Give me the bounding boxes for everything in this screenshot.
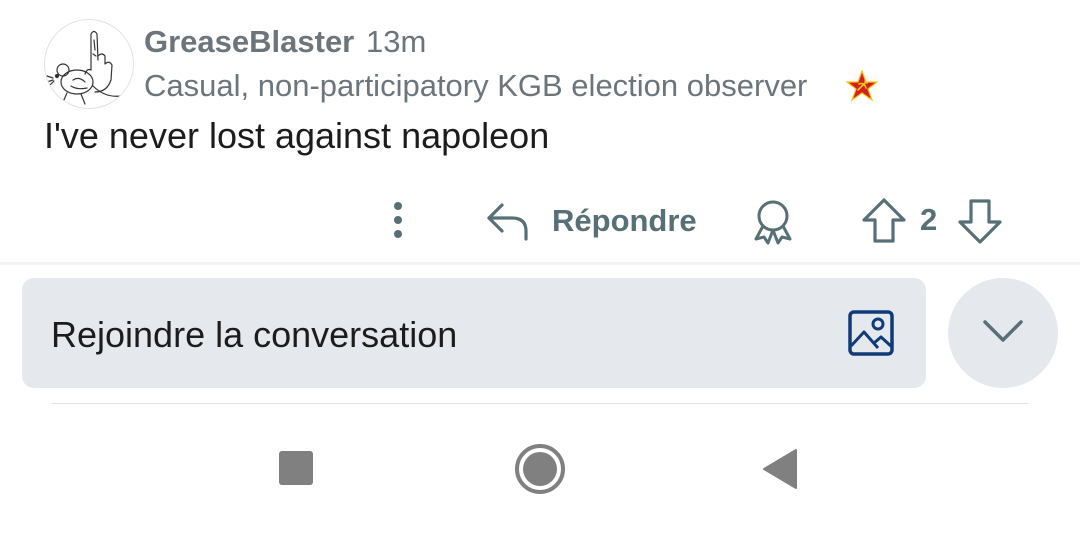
comment-screen: GreaseBlaster 13m Casual, non-participat… (0, 0, 1080, 533)
join-conversation-input[interactable]: Rejoindre la conversation (22, 278, 926, 388)
avatar[interactable] (44, 19, 134, 109)
collapse-button[interactable] (948, 278, 1058, 388)
user-flair: Casual, non-participatory KGB election o… (144, 68, 808, 103)
reply-arrow-icon (487, 203, 528, 241)
nav-recent-apps-button[interactable] (279, 451, 313, 485)
avatar-drawing (46, 30, 122, 105)
award-icon[interactable] (750, 197, 796, 245)
reply-label: Répondre (552, 203, 697, 238)
chevron-down-icon (983, 320, 1023, 342)
star-hammer-sickle-icon (846, 70, 878, 102)
more-vertical-icon[interactable] (382, 198, 414, 242)
divider (0, 262, 1080, 265)
nav-back-button[interactable] (762, 448, 798, 490)
comment-timestamp: 13m (366, 24, 427, 59)
join-conversation-placeholder: Rejoindre la conversation (51, 314, 458, 355)
vote-count: 2 (920, 202, 938, 237)
reply-button[interactable]: Répondre (484, 196, 697, 246)
image-icon[interactable] (848, 310, 894, 356)
downvote-arrow-icon[interactable] (956, 196, 1004, 246)
nav-home-button[interactable] (514, 443, 566, 495)
divider (52, 403, 1028, 404)
comment-body: I've never lost against napoleon (44, 115, 550, 156)
username[interactable]: GreaseBlaster (144, 24, 354, 60)
upvote-arrow-icon[interactable] (860, 196, 908, 246)
